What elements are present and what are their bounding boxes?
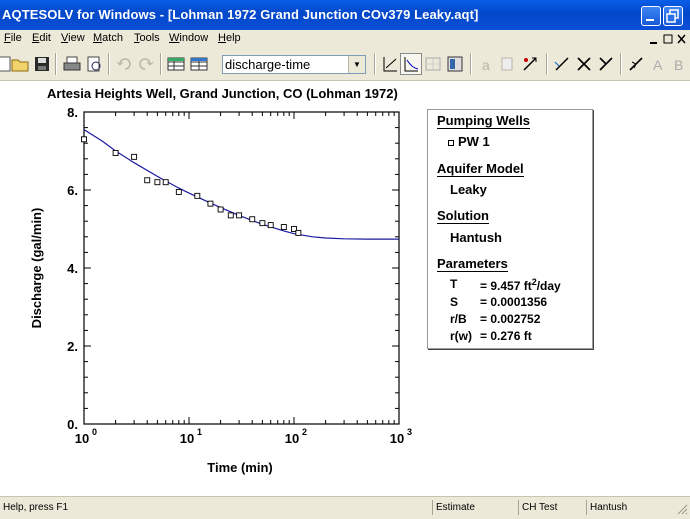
x-tick-labels: 10 0 10 1 10 2 10 3 (75, 427, 412, 446)
status-mode: Estimate (432, 500, 518, 515)
data-point (194, 192, 201, 199)
x-tick-label-exponent: 3 (407, 427, 412, 437)
x-tick-label-exponent: 2 (302, 427, 307, 437)
param-t-unit: /day (536, 279, 561, 293)
param-t-number: = 9.457 ft (480, 279, 532, 293)
data-point (81, 136, 87, 143)
y-axis-label: Discharge (gal/min) (29, 208, 44, 329)
pumping-wells-heading: Pumping Wells (437, 113, 530, 129)
param-rw-name: r(w) (450, 329, 472, 343)
data-point (144, 177, 151, 184)
legend-box[interactable]: Pumping Wells PW 1 Aquifer Model Leaky S… (427, 109, 593, 349)
data-point (259, 220, 266, 227)
status-bar: Help, press F1 Estimate CH Test Hantush (0, 496, 690, 519)
y-tick-labels: 0. 2. 4. 6. 8. (67, 105, 78, 432)
status-solution: Hantush (586, 500, 672, 515)
y-tick-label: 8. (67, 105, 78, 120)
data-point (154, 179, 161, 186)
x-tick-label: 10 (390, 431, 404, 446)
y-tick-label: 0. (67, 417, 78, 432)
x-tick-label: 10 (285, 431, 299, 446)
param-t-value: = 9.457 ft2/day (480, 277, 561, 293)
param-rb-name: r/B (450, 312, 467, 326)
solution-value: Hantush (450, 230, 502, 245)
x-tick-label: 10 (75, 431, 89, 446)
data-point (295, 229, 302, 236)
param-rb-value: = 0.002752 (480, 312, 541, 326)
status-test: CH Test (518, 500, 586, 515)
y-tick-label: 4. (67, 261, 78, 276)
param-s-value: = 0.0001356 (480, 295, 548, 309)
data-point (217, 206, 224, 213)
aquifer-model-heading: Aquifer Model (437, 161, 524, 177)
x-tick-label-exponent: 0 (92, 427, 97, 437)
resize-grip-icon[interactable] (676, 503, 688, 515)
data-point (112, 149, 119, 156)
x-tick-label-exponent: 1 (197, 427, 202, 437)
y-tick-label: 2. (67, 339, 78, 354)
x-axis-label: Time (min) (207, 460, 273, 475)
x-tick-label: 10 (180, 431, 194, 446)
y-tick-label: 6. (67, 183, 78, 198)
data-point (207, 200, 214, 207)
data-point (236, 212, 243, 219)
data-point (227, 212, 234, 219)
data-point (280, 224, 287, 231)
data-point (249, 216, 256, 223)
square-marker-icon (448, 139, 454, 146)
param-t-name: T (450, 277, 458, 291)
solution-heading: Solution (437, 208, 489, 224)
legend-item-pw1: PW 1 (448, 134, 490, 149)
data-point (267, 222, 274, 229)
aquifer-model-value: Leaky (450, 182, 487, 197)
data-point (162, 179, 169, 186)
data-point (175, 188, 182, 195)
param-rw-value: = 0.276 ft (480, 329, 532, 343)
param-s-name: S (450, 295, 459, 309)
pumping-well-label: PW 1 (458, 134, 490, 149)
data-point (131, 153, 138, 160)
parameters-heading: Parameters (437, 256, 508, 272)
status-help: Help, press F1 (3, 502, 69, 513)
